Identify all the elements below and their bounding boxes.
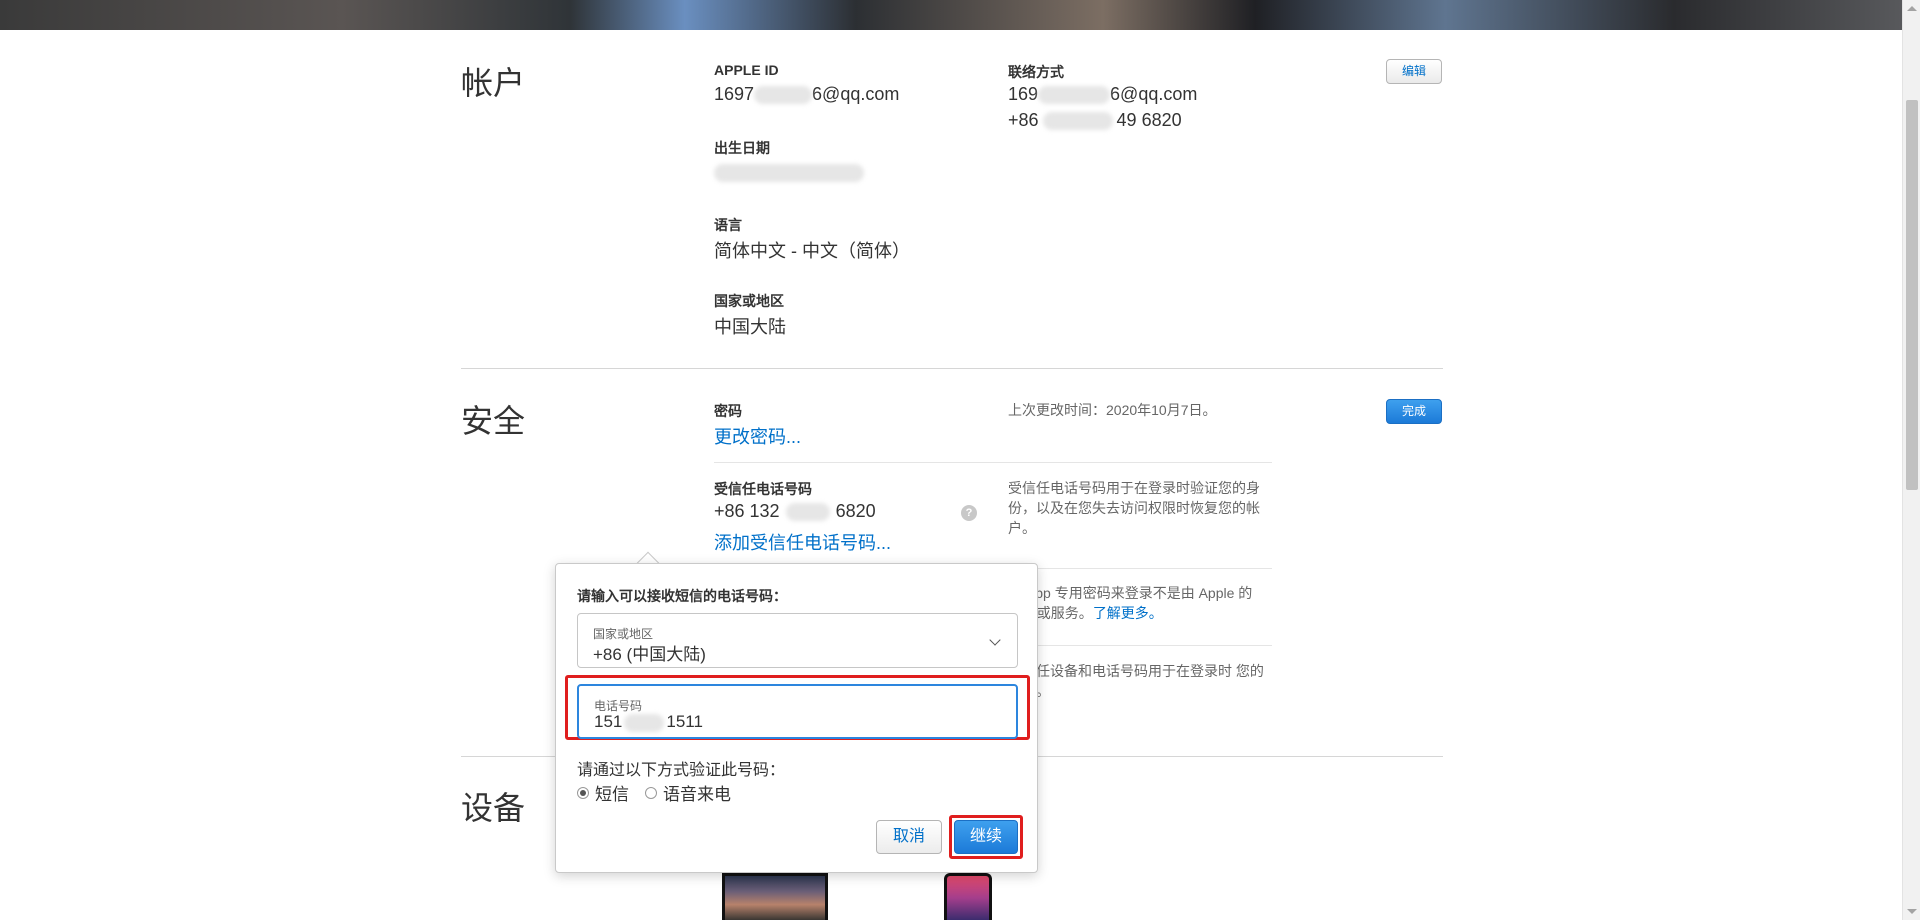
birthday-value [714,162,864,183]
two-factor-description: 受信任设备和电话号码用于在登录时 您的身份。 [1008,663,1264,699]
trusted-phone-suffix: 6820 [835,501,876,521]
chevron-down-icon [989,634,1001,646]
sms-radio[interactable] [577,786,589,799]
country-select[interactable]: 国家或地区 +86 (中国大陆) [577,613,1018,668]
account-section-title: 帐户 [461,65,526,101]
continue-button[interactable]: 继续 [954,820,1018,854]
change-password-link[interactable]: 更改密码... [714,423,801,449]
apple-id-prefix: 1697 [714,84,755,104]
voice-call-option[interactable]: 语音来电 [645,780,731,805]
learn-more-link[interactable]: 了解更多。 [1093,605,1163,621]
phone-suffix: 1511 [666,712,703,731]
cancel-button[interactable]: 取消 [876,820,942,854]
help-icon[interactable]: ? [961,505,977,521]
add-trusted-phone-link[interactable]: 添加受信任电话号码... [714,529,891,555]
verify-method-label: 请通过以下方式验证此号码： [577,762,786,779]
row-divider [714,462,1272,463]
contact-email-suffix: 6@qq.com [1110,84,1198,104]
trusted-phone-description: 受信任电话号码用于在登录时验证您的身份，以及在您失去访问权限时恢复您的帐户。 [1008,480,1260,536]
scroll-down-icon[interactable] [1907,909,1917,914]
contact-email-prefix: 169 [1008,84,1039,104]
phone-prefix: 151 [594,712,623,731]
edit-button[interactable]: 编辑 [1386,59,1442,84]
page-scrollbar[interactable] [1902,0,1920,920]
redacted-blur [785,503,830,522]
contact-email-value: 169 6@qq.com [1008,84,1197,105]
done-button[interactable]: 完成 [1386,399,1442,424]
trusted-phone-value: +86 132 6820 [714,501,876,522]
trusted-phone-prefix: +86 132 [714,501,780,521]
country-field-value: +86 (中国大陆) [593,645,706,664]
region-value: 中国大陆 [714,317,786,337]
redacted-blur [714,164,864,183]
section-divider [461,368,1443,369]
contact-phone-value: +86 49 6820 [1008,110,1182,131]
iphone-device-thumbnail[interactable] [944,873,992,920]
sms-option-label: 短信 [595,785,629,804]
voice-call-radio[interactable] [645,786,657,799]
devices-section-title: 设备 [461,790,526,826]
password-label: 密码 [714,403,742,419]
app-password-description: 用 App 专用密码来登录不是由 Apple 的 App 或服务。了解更多。 [1008,583,1273,623]
trusted-phone-label: 受信任电话号码 [714,481,812,497]
region-label: 国家或地区 [714,293,784,309]
scroll-thumb[interactable] [1906,100,1918,490]
redacted-blur [754,86,813,105]
apple-id-suffix: 6@qq.com [812,84,900,104]
contact-phone-suffix: 49 6820 [1116,110,1182,130]
voice-call-option-label: 语音来电 [663,785,731,804]
language-label: 语言 [714,217,742,233]
contact-label: 联络方式 [1008,64,1064,80]
redacted-blur [1042,112,1113,131]
redacted-blur [1038,86,1111,105]
add-phone-popover: 请输入可以接收短信的电话号码： 国家或地区 +86 (中国大陆) 电话号码 15… [555,563,1038,873]
language-value: 简体中文 - 中文（简体） [714,241,910,261]
contact-phone-prefix: +86 [1008,110,1039,130]
birthday-label: 出生日期 [714,140,770,156]
popover-title: 请输入可以接收短信的电话号码： [577,588,787,604]
scroll-up-icon[interactable] [1907,6,1917,11]
top-banner-image [0,0,1902,30]
mac-device-thumbnail[interactable] [722,873,828,920]
security-section-title: 安全 [461,403,526,439]
apple-id-value: 1697 6@qq.com [714,84,899,105]
password-last-changed: 上次更改时间：2020年10月7日。 [1008,402,1217,418]
verify-method-options: 短信 语音来电 [577,780,747,805]
sms-option[interactable]: 短信 [577,780,629,805]
phone-field-value: 151 1511 [594,712,703,732]
redacted-blur [624,713,665,732]
phone-number-input[interactable]: 电话号码 151 1511 [577,684,1018,739]
apple-id-label: APPLE ID [714,62,779,78]
